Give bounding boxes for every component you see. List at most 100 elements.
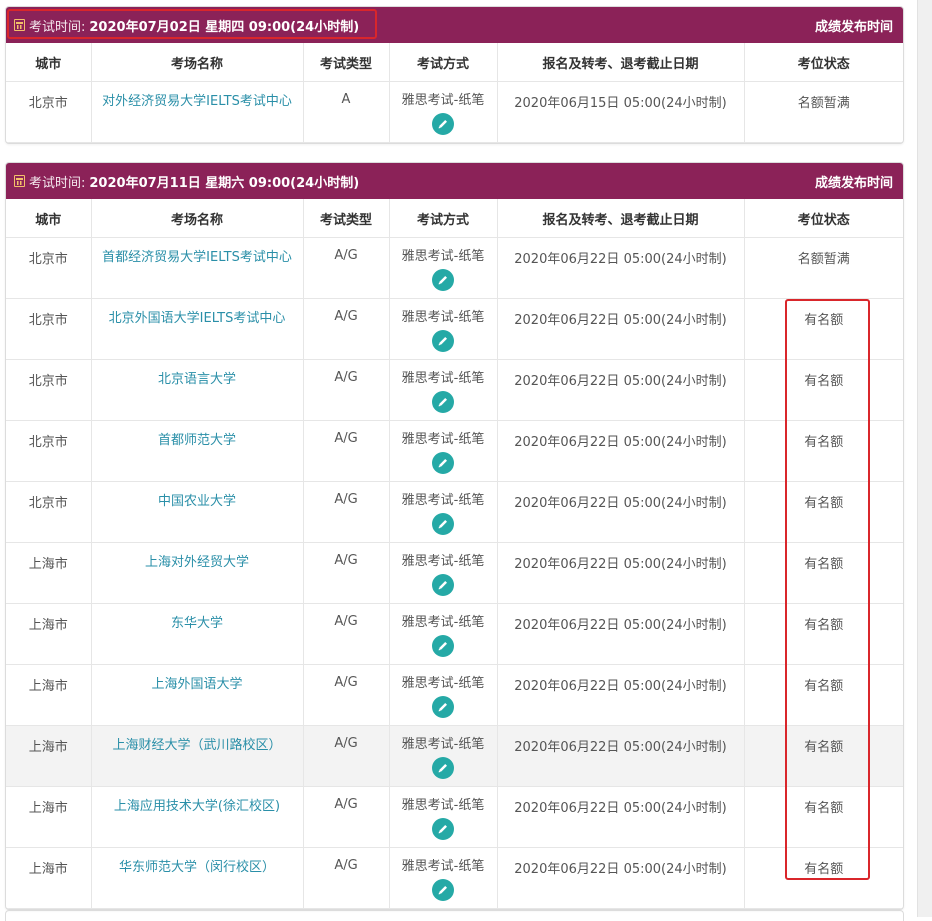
- table-row: 上海市 东华大学 A/G 雅思考试-纸笔 2020年06月22日 05:00(24小时制…: [6, 603, 903, 665]
- page-scrollbar[interactable]: [917, 0, 932, 917]
- column-header-method: 考试方式: [389, 199, 498, 238]
- venue-cell: 上海外国语大学: [91, 664, 304, 726]
- column-header-type: 考试类型: [303, 43, 390, 82]
- exam-method-cell: 雅思考试-纸笔: [389, 786, 498, 848]
- venue-link[interactable]: 东华大学: [93, 614, 302, 634]
- status-cell: 有名额: [744, 298, 903, 360]
- venue-link[interactable]: 北京外国语大学IELTS考试中心: [93, 309, 302, 329]
- edit-button[interactable]: [432, 757, 454, 779]
- city-cell: 上海市: [6, 664, 92, 726]
- exam-method-label: 雅思考试-纸笔: [401, 432, 485, 447]
- exam-method-label: 雅思考试-纸笔: [401, 859, 485, 874]
- pencil-icon: [438, 886, 447, 895]
- venue-cell: 华东师范大学（闵行校区）: [91, 847, 304, 909]
- column-header-status: 考位状态: [744, 43, 903, 82]
- venue-link[interactable]: 上海财经大学（武川路校区）: [93, 736, 302, 756]
- city-cell: 北京市: [6, 481, 92, 543]
- edit-button[interactable]: [432, 696, 454, 718]
- pencil-icon: [438, 581, 447, 590]
- pencil-icon: [438, 276, 447, 285]
- edit-button[interactable]: [432, 574, 454, 596]
- table-row: 上海市 上海对外经贸大学 A/G 雅思考试-纸笔 2020年06月22日 05:00(2…: [6, 542, 903, 604]
- edit-button[interactable]: [432, 269, 454, 291]
- session-header: 考试时间: 2020年07月02日 星期四 09:00(24小时制) 成绩发布时…: [6, 7, 903, 43]
- city-cell: 上海市: [6, 725, 92, 787]
- edit-button[interactable]: [432, 635, 454, 657]
- exam-type-cell: A/G: [303, 664, 390, 726]
- table-row: 北京市 北京语言大学 A/G 雅思考试-纸笔 2020年06月22日 05:00(24小…: [6, 359, 903, 421]
- venue-cell: 北京外国语大学IELTS考试中心: [91, 298, 304, 360]
- status-cell: 名额暂满: [744, 237, 903, 299]
- deadline-cell: 2020年06月22日 05:00(24小时制): [497, 359, 745, 421]
- venue-cell: 上海财经大学（武川路校区）: [91, 725, 304, 787]
- venue-link[interactable]: 上海应用技术大学(徐汇校区): [93, 797, 302, 817]
- exam-type-cell: A/G: [303, 359, 390, 421]
- status-cell: 有名额: [744, 603, 903, 665]
- venue-link[interactable]: 对外经济贸易大学IELTS考试中心: [93, 92, 302, 112]
- column-header-deadline: 报名及转考、退考截止日期: [497, 43, 745, 82]
- table-row: 北京市 首都师范大学 A/G 雅思考试-纸笔 2020年06月22日 05:00(24小…: [6, 420, 903, 482]
- edit-button[interactable]: [432, 391, 454, 413]
- exam-method-cell: 雅思考试-纸笔: [389, 542, 498, 604]
- venue-link[interactable]: 首都经济贸易大学IELTS考试中心: [93, 248, 302, 268]
- session-header-left: 考试时间: 2020年07月02日 星期四 09:00(24小时制): [14, 16, 359, 35]
- venue-cell: 北京语言大学: [91, 359, 304, 421]
- column-header-deadline: 报名及转考、退考截止日期: [497, 199, 745, 238]
- pencil-icon: [438, 120, 447, 129]
- edit-button[interactable]: [432, 113, 454, 135]
- edit-button[interactable]: [432, 452, 454, 474]
- exam-method-label: 雅思考试-纸笔: [401, 93, 485, 108]
- table-row: 上海市 上海应用技术大学(徐汇校区) A/G 雅思考试-纸笔 2020年06月22日 0…: [6, 786, 903, 848]
- status-cell: 有名额: [744, 847, 903, 909]
- venue-cell: 东华大学: [91, 603, 304, 665]
- pencil-icon: [438, 459, 447, 468]
- exam-method-label: 雅思考试-纸笔: [401, 676, 485, 691]
- table-row: 北京市 中国农业大学 A/G 雅思考试-纸笔 2020年06月22日 05:00(24小…: [6, 481, 903, 543]
- table-row: 上海市 华东师范大学（闵行校区） A/G 雅思考试-纸笔 2020年06月22日 05:…: [6, 847, 903, 909]
- exam-type-cell: A/G: [303, 603, 390, 665]
- exam-type-cell: A/G: [303, 237, 390, 299]
- deadline-cell: 2020年06月22日 05:00(24小时制): [497, 664, 745, 726]
- column-header-venue: 考场名称: [91, 199, 304, 238]
- edit-button[interactable]: [432, 513, 454, 535]
- column-header-venue: 考场名称: [91, 43, 304, 82]
- column-header-status: 考位状态: [744, 199, 903, 238]
- results-release-link[interactable]: 成绩发布时间: [815, 172, 893, 191]
- venue-link[interactable]: 北京语言大学: [93, 370, 302, 390]
- city-cell: 上海市: [6, 847, 92, 909]
- status-cell: 有名额: [744, 481, 903, 543]
- exam-method-label: 雅思考试-纸笔: [401, 615, 485, 630]
- deadline-cell: 2020年06月22日 05:00(24小时制): [497, 481, 745, 543]
- pencil-icon: [438, 703, 447, 712]
- edit-button[interactable]: [432, 879, 454, 901]
- venue-link[interactable]: 上海对外经贸大学: [93, 553, 302, 573]
- table-row: 北京市 首都经济贸易大学IELTS考试中心 A/G 雅思考试-纸笔 2020年06月22…: [6, 237, 903, 299]
- city-cell: 上海市: [6, 603, 92, 665]
- venue-link[interactable]: 华东师范大学（闵行校区）: [93, 858, 302, 878]
- session-1-rows: 北京市 对外经济贸易大学IELTS考试中心 A 雅思考试-纸笔 2020年06月15日 …: [6, 81, 903, 143]
- edit-button[interactable]: [432, 818, 454, 840]
- exam-method-cell: 雅思考试-纸笔: [389, 603, 498, 665]
- table-header-row: 城市 考场名称 考试类型 考试方式 报名及转考、退考截止日期 考位状态: [6, 199, 903, 238]
- edit-button[interactable]: [432, 330, 454, 352]
- exam-method-label: 雅思考试-纸笔: [401, 737, 485, 752]
- column-header-method: 考试方式: [389, 43, 498, 82]
- results-release-link[interactable]: 成绩发布时间: [815, 16, 893, 35]
- table-row: 北京市 对外经济贸易大学IELTS考试中心 A 雅思考试-纸笔 2020年06月15日 …: [6, 81, 903, 143]
- exam-method-cell: 雅思考试-纸笔: [389, 359, 498, 421]
- venue-link[interactable]: 上海外国语大学: [93, 675, 302, 695]
- city-cell: 上海市: [6, 786, 92, 848]
- session-header-left: 考试时间: 2020年07月11日 星期六 09:00(24小时制): [14, 172, 359, 191]
- venue-cell: 首都师范大学: [91, 420, 304, 482]
- venue-link[interactable]: 首都师范大学: [93, 431, 302, 451]
- venue-link[interactable]: 中国农业大学: [93, 492, 302, 512]
- exam-method-cell: 雅思考试-纸笔: [389, 664, 498, 726]
- deadline-cell: 2020年06月22日 05:00(24小时制): [497, 237, 745, 299]
- exam-method-label: 雅思考试-纸笔: [401, 371, 485, 386]
- exam-method-cell: 雅思考试-纸笔: [389, 298, 498, 360]
- deadline-cell: 2020年06月22日 05:00(24小时制): [497, 725, 745, 787]
- exam-time-label: 考试时间:: [29, 19, 86, 35]
- next-panel-edge: [5, 910, 904, 921]
- exam-type-cell: A/G: [303, 847, 390, 909]
- exam-method-cell: 雅思考试-纸笔: [389, 481, 498, 543]
